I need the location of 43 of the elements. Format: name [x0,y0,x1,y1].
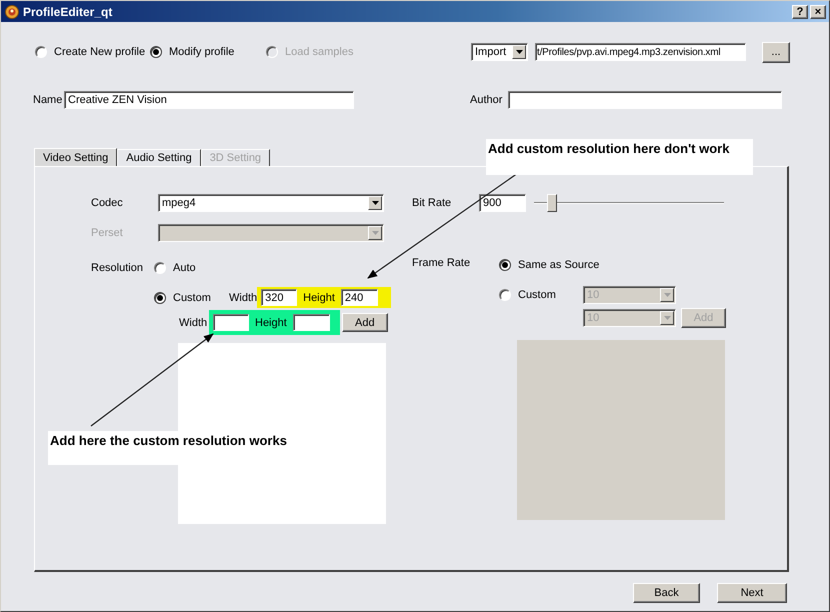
height-field[interactable] [292,314,330,331]
field-label: Author [470,94,504,106]
field-label: Perset [91,227,124,239]
bitrate-field[interactable]: 900 [479,194,526,212]
caret-icon [516,50,522,54]
radio-button[interactable]: Create New profile [35,46,146,58]
radio-button[interactable]: Custom [154,292,211,304]
close-button[interactable]: × [810,4,826,18]
add-button[interactable]: Add [342,313,388,332]
tab[interactable]: Video Setting [34,148,118,166]
field-label: Width [179,316,208,328]
height-field[interactable]: 240 [340,289,378,306]
tab[interactable]: Audio Setting [117,149,201,166]
field-label: Name [33,94,64,106]
path-field[interactable]: t/Profiles/pvp.avi.mpeg4.mp3.zenvision.xml [535,43,746,61]
width-field[interactable]: 320 [261,289,298,306]
name-field[interactable]: Creative ZEN Vision [64,91,354,109]
radio-button[interactable]: Modify profile [150,46,234,58]
next-button[interactable]: Next [717,583,787,603]
slider-thumb[interactable] [547,194,557,212]
caret-icon [372,201,378,205]
field-label: Width [229,292,258,304]
codec-dropdown[interactable]: mpeg4 [158,194,384,212]
help-button[interactable]: ? [792,4,808,18]
browse-button[interactable]: ... [762,42,790,62]
field-label: Frame Rate [412,257,472,269]
caret-icon [372,231,378,235]
field-label: Resolution [91,262,144,274]
back-button[interactable]: Back [633,583,700,603]
bitrate-slider[interactable] [534,194,724,212]
author-field[interactable] [508,91,782,109]
window-title: ProfileEditer_qt [23,4,114,18]
field-label: Bit Rate [412,197,452,209]
caret-icon [664,316,670,320]
width-field[interactable] [213,314,249,331]
field-label: Codec [91,197,124,209]
callout-note: Add custom resolution here don't work [486,139,753,175]
caret-icon [664,293,670,297]
field-label: Height [303,292,335,304]
import-dropdown[interactable]: Import [471,43,528,61]
field-label: Height [255,316,287,328]
radio-button[interactable]: Auto [154,262,196,274]
app-icon [5,4,19,18]
